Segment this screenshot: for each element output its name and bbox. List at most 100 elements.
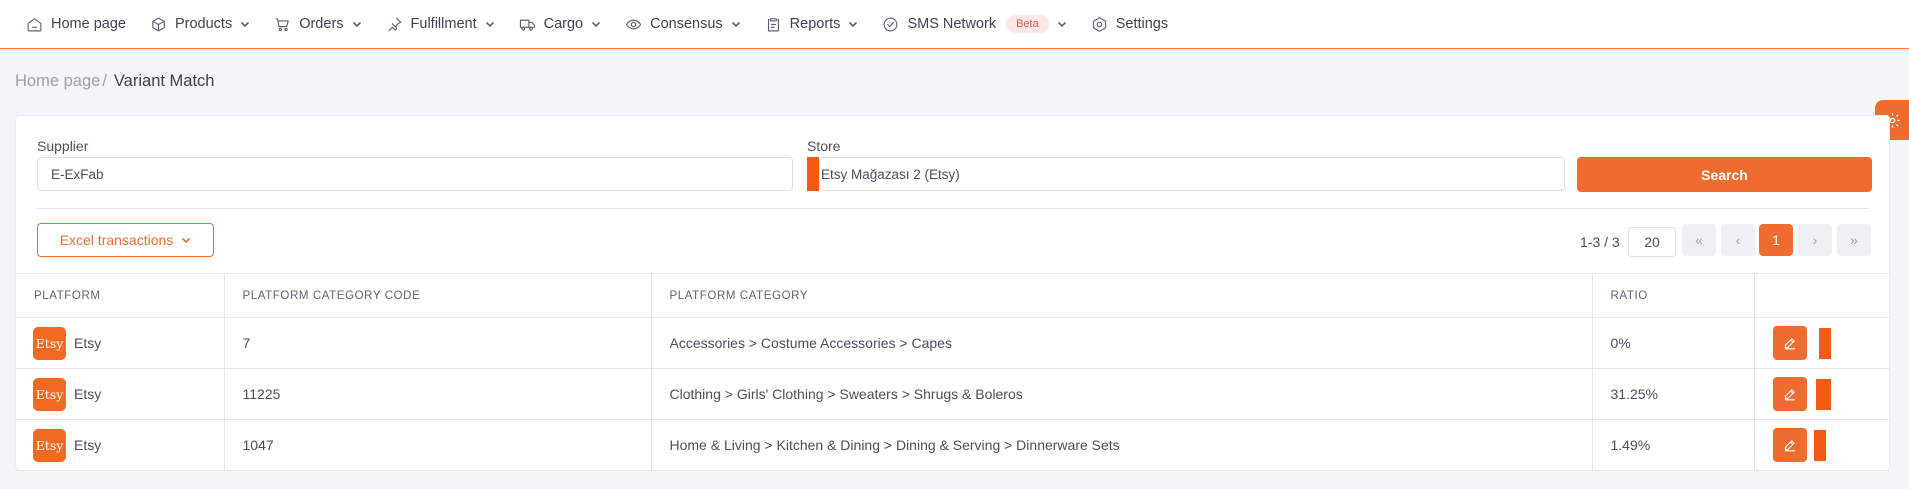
row-marker [1818,327,1831,359]
pin-icon [387,17,401,31]
variant-match-table: PLATFORM PLATFORM CATEGORY CODE PLATFORM… [16,273,1889,471]
row-marker [1815,378,1831,410]
page-1-button[interactable]: 1 [1759,224,1793,256]
table-header-row: PLATFORM PLATFORM CATEGORY CODE PLATFORM… [16,273,1889,318]
store-marker [807,157,819,191]
platform-cell: Etsy Etsy [16,419,225,471]
supplier-select[interactable]: E-ExFab [37,157,793,191]
category-code-cell: 7 [224,317,652,369]
home-icon [27,17,42,31]
platform-name: Etsy [74,386,102,402]
actions-cell [1754,368,1889,420]
nav-orders-label: Orders [299,16,344,32]
page-size-value: 20 [1644,234,1660,250]
chevron-down-icon [1057,21,1066,28]
nav-products[interactable]: Products [150,4,250,44]
beta-badge: Beta [1006,15,1049,33]
store-value: Etsy Mağazası 2 (Etsy) [821,166,960,182]
edit-button[interactable] [1772,428,1807,462]
chevron-down-icon [182,237,191,244]
gear-icon [1092,16,1106,32]
breadcrumb: Home page / Variant Match [15,72,214,91]
divider [36,208,1869,209]
supplier-value: E-ExFab [51,166,104,182]
search-button[interactable]: Search [1577,157,1872,192]
table-row: Etsy Etsy 7 Accessories > Costume Accesso… [16,317,1889,369]
etsy-logo: Etsy [33,326,66,360]
table-row: Etsy Etsy 1047 Home & Living > Kitchen & … [16,419,1889,471]
chevron-down-icon [241,21,250,28]
category-cell: Clothing > Girls' Clothing > Sweaters > … [651,368,1593,420]
category-code-cell: 11225 [224,368,652,420]
nav-fulfillment[interactable]: Fulfillment [386,4,495,44]
breadcrumb-separator: / [102,72,107,90]
nav-settings-label: Settings [1115,16,1169,32]
ratio-cell: 1.49% [1592,419,1755,471]
nav-fulfillment-label: Fulfillment [410,16,477,32]
nav-home-label: Home page [51,16,126,32]
excel-transactions-button[interactable]: Excel transactions [37,223,214,257]
chevron-down-icon [485,21,494,28]
nav-consensus-label: Consensus [650,16,723,32]
etsy-logo: Etsy [33,377,66,411]
prev-page-button[interactable]: ‹ [1721,224,1755,256]
nav-reports-label: Reports [789,16,841,32]
nav-reports[interactable]: Reports [765,4,859,44]
etsy-logo: Etsy [33,428,66,462]
chevron-down-icon [731,21,740,28]
page-size-input[interactable]: 20 [1628,227,1676,257]
header-platform-category: PLATFORM CATEGORY [651,273,1593,318]
actions-cell [1754,419,1889,471]
edit-icon [1784,389,1795,401]
platform-name: Etsy [74,335,102,351]
nav-orders[interactable]: Orders [274,4,361,44]
pagination-info: 1-3 / 3 [1580,234,1620,250]
check-circle-icon [883,17,898,31]
platform-cell: Etsy Etsy [16,368,225,420]
truck-icon [519,19,535,31]
clipboard-icon [767,17,779,31]
supplier-label: Supplier [37,138,89,154]
handshake-icon [625,19,642,29]
store-label: Store [807,138,841,154]
platform-name: Etsy [74,437,102,453]
category-cell: Accessories > Costume Accessories > Cape… [651,317,1593,369]
ratio-cell: 31.25% [1592,368,1755,420]
header-platform-category-code: PLATFORM CATEGORY CODE [224,273,652,318]
chevron-down-icon [352,21,361,28]
platform-cell: Etsy Etsy [16,317,225,369]
nav-cargo-label: Cargo [543,16,584,32]
last-page-button[interactable]: » [1837,224,1871,256]
excel-transactions-label: Excel transactions [59,232,174,248]
top-navigation: Home page Products Orders Fulfillment Ca… [0,0,1909,49]
nav-settings[interactable]: Settings [1091,4,1168,44]
page-title: Variant Match [113,72,215,90]
nav-products-label: Products [174,16,233,32]
edit-button[interactable] [1772,377,1807,411]
cube-icon [152,17,165,31]
breadcrumb-home[interactable]: Home page [15,72,100,91]
first-page-button[interactable]: « [1682,224,1716,256]
store-select[interactable]: Etsy Mağazası 2 (Etsy) [819,157,1565,191]
header-ratio: RATIO [1592,273,1755,318]
row-marker [1813,429,1826,461]
cart-icon [275,17,289,31]
nav-sms-network[interactable]: SMS Network Beta [882,4,1066,44]
nav-cargo[interactable]: Cargo [519,4,602,44]
edit-icon [1784,440,1795,452]
nav-sms-network-label: SMS Network [907,16,997,32]
edit-button[interactable] [1772,326,1807,360]
nav-consensus[interactable]: Consensus [625,4,741,44]
ratio-cell: 0% [1592,317,1755,369]
actions-cell [1754,317,1889,369]
header-platform: PLATFORM [16,273,225,318]
next-page-button[interactable]: › [1798,224,1832,256]
nav-home[interactable]: Home page [26,4,126,44]
table-row: Etsy Etsy 11225 Clothing > Girls' Clothin… [16,368,1889,420]
chevron-down-icon [849,21,858,28]
category-code-cell: 1047 [224,419,652,471]
category-cell: Home & Living > Kitchen & Dining > Dinin… [651,419,1593,471]
chevron-down-icon [592,21,601,28]
header-actions [1754,273,1889,318]
edit-icon [1784,338,1795,350]
